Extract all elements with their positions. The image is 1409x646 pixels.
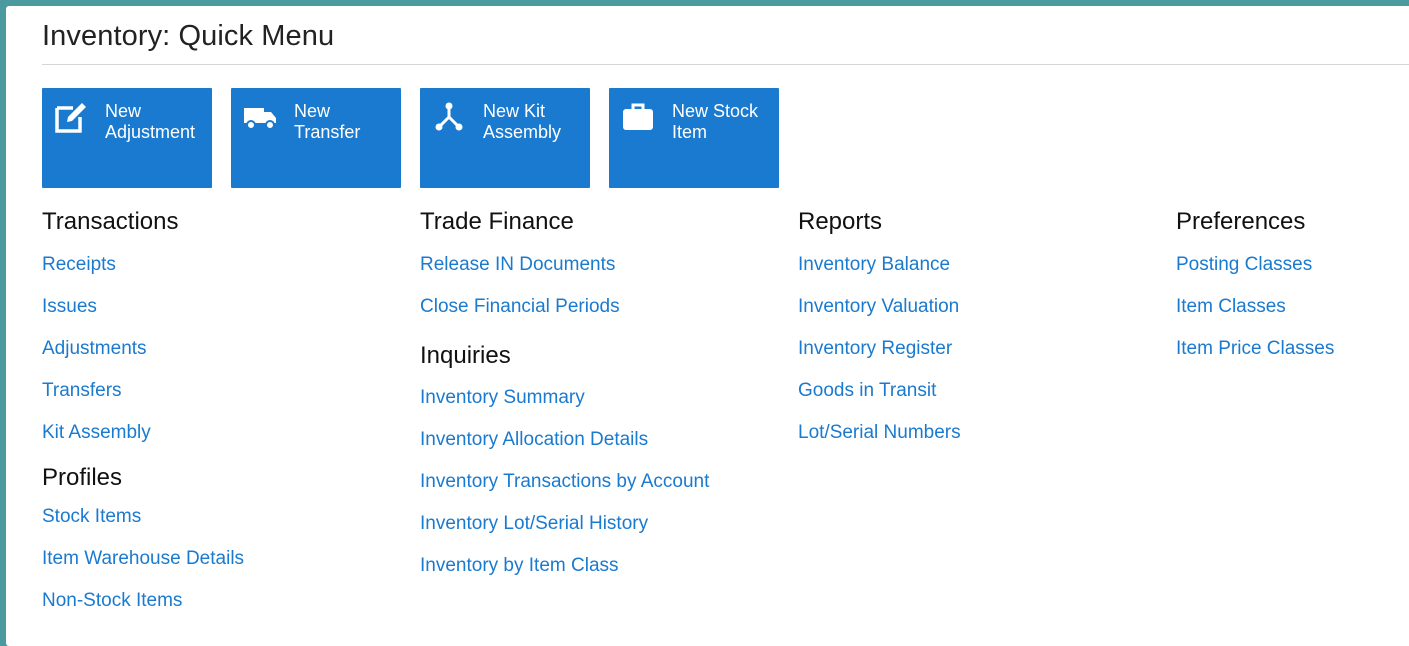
new-transfer-label: New Transfer — [294, 101, 361, 142]
link-inventory-balance[interactable]: Inventory Balance — [798, 252, 961, 294]
truck-icon — [243, 100, 277, 134]
briefcase-icon — [621, 100, 655, 134]
new-kit-assembly-button[interactable]: New Kit Assembly — [420, 88, 590, 188]
new-kit-assembly-label: New Kit Assembly — [483, 101, 562, 142]
transactions-heading: Transactions — [42, 208, 179, 235]
profiles-heading: Profiles — [42, 464, 123, 491]
link-receipts[interactable]: Receipts — [42, 252, 244, 294]
page-title: Inventory: Quick Menu — [42, 20, 335, 52]
link-close-financial-periods[interactable]: Close Financial Periods — [420, 294, 709, 336]
new-adjustment-label: New Adjustment — [105, 101, 196, 142]
new-stock-item-button[interactable]: New Stock Item — [609, 88, 779, 188]
link-release-in-documents[interactable]: Release IN Documents — [420, 252, 709, 294]
link-item-warehouse-details[interactable]: Item Warehouse Details — [42, 546, 244, 588]
column-trade-finance-inquiries: Trade Finance Release IN Documents Close… — [420, 206, 709, 595]
preferences-heading: Preferences — [1176, 208, 1306, 235]
link-stock-items[interactable]: Stock Items — [42, 504, 244, 546]
assembly-icon — [432, 100, 466, 134]
link-adjustments[interactable]: Adjustments — [42, 336, 244, 378]
quick-action-tiles: New Adjustment New Transfer New Kit Asse… — [42, 88, 779, 188]
link-posting-classes[interactable]: Posting Classes — [1176, 252, 1334, 294]
column-preferences: Preferences Posting Classes Item Classes… — [1176, 206, 1334, 378]
new-adjustment-button[interactable]: New Adjustment — [42, 88, 212, 188]
link-inventory-lot-serial-history[interactable]: Inventory Lot/Serial History — [420, 511, 709, 553]
link-inventory-register[interactable]: Inventory Register — [798, 336, 961, 378]
link-kit-assembly[interactable]: Kit Assembly — [42, 420, 244, 462]
link-lot-serial-numbers[interactable]: Lot/Serial Numbers — [798, 420, 961, 462]
link-issues[interactable]: Issues — [42, 294, 244, 336]
link-inventory-transactions-by-account[interactable]: Inventory Transactions by Account — [420, 469, 709, 511]
column-reports: Reports Inventory Balance Inventory Valu… — [798, 206, 961, 462]
link-inventory-by-item-class[interactable]: Inventory by Item Class — [420, 553, 709, 595]
link-item-price-classes[interactable]: Item Price Classes — [1176, 336, 1334, 378]
link-inventory-valuation[interactable]: Inventory Valuation — [798, 294, 961, 336]
link-inventory-summary[interactable]: Inventory Summary — [420, 385, 709, 427]
link-goods-in-transit[interactable]: Goods in Transit — [798, 378, 961, 420]
trade-finance-heading: Trade Finance — [420, 208, 574, 235]
title-divider — [42, 64, 1409, 65]
inquiries-heading: Inquiries — [420, 342, 511, 369]
link-non-stock-items[interactable]: Non-Stock Items — [42, 588, 244, 630]
edit-icon — [54, 100, 88, 134]
link-transfers[interactable]: Transfers — [42, 378, 244, 420]
reports-heading: Reports — [798, 208, 883, 235]
link-inventory-allocation-details[interactable]: Inventory Allocation Details — [420, 427, 709, 469]
column-transactions-profiles: Transactions Receipts Issues Adjustments… — [42, 206, 244, 630]
new-transfer-button[interactable]: New Transfer — [231, 88, 401, 188]
link-item-classes[interactable]: Item Classes — [1176, 294, 1334, 336]
quick-menu-panel: Inventory: Quick Menu New Adjustment New… — [6, 6, 1409, 646]
new-stock-item-label: New Stock Item — [672, 101, 759, 142]
